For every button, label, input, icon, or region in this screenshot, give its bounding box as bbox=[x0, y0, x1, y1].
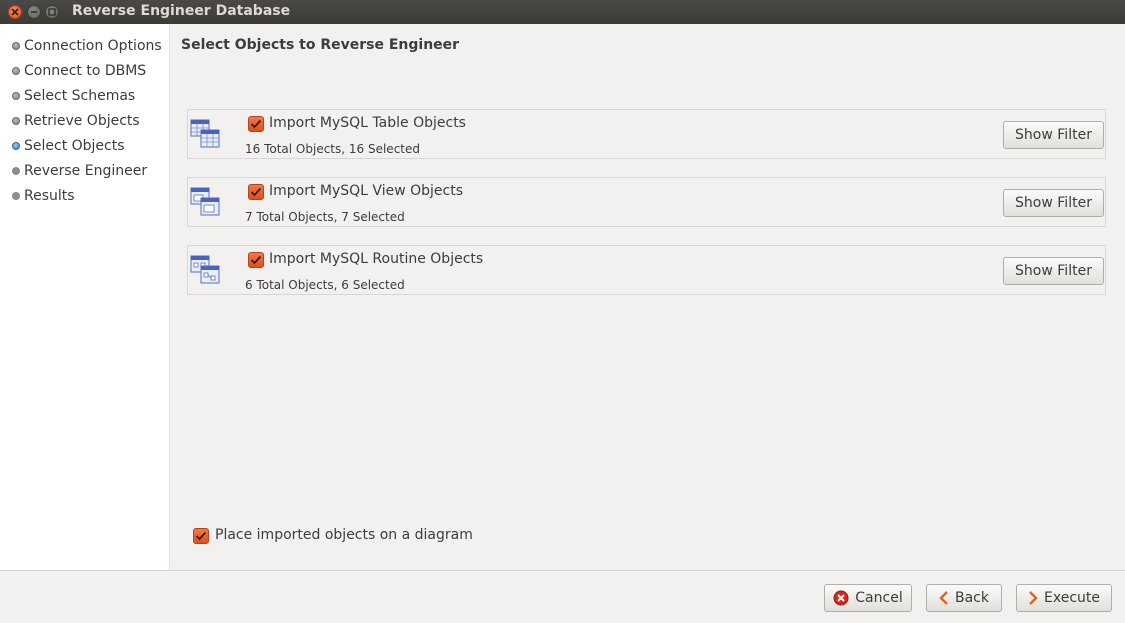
view-objects-icon bbox=[190, 187, 220, 216]
close-icon bbox=[11, 8, 19, 16]
cancel-button-label: Cancel bbox=[855, 590, 903, 606]
step-label: Select Schemas bbox=[24, 88, 136, 104]
routine-objects-summary: 6 Total Objects, 6 Selected bbox=[245, 278, 405, 292]
step-label: Retrieve Objects bbox=[24, 113, 140, 129]
import-routine-objects-group: Import MySQL Routine Objects 6 Total Obj… bbox=[187, 245, 1106, 295]
show-filter-routines-button[interactable]: Show Filter bbox=[1003, 257, 1104, 285]
step-select-schemas: Select Schemas bbox=[12, 87, 135, 105]
execute-button-label: Execute bbox=[1044, 590, 1100, 606]
window-title: Reverse Engineer Database bbox=[72, 3, 291, 19]
step-label: Results bbox=[24, 188, 75, 204]
wizard-steps-sidebar: Connection Options Connect to DBMS Selec… bbox=[0, 24, 170, 570]
minimize-icon bbox=[31, 11, 37, 13]
routine-objects-icon bbox=[190, 255, 220, 284]
step-select-objects: Select Objects bbox=[12, 137, 125, 155]
back-button-label: Back bbox=[955, 590, 989, 606]
window-minimize-button[interactable] bbox=[27, 5, 41, 19]
step-done-bullet-icon bbox=[12, 92, 20, 100]
step-connect-to-dbms: Connect to DBMS bbox=[12, 62, 146, 80]
table-objects-summary: 16 Total Objects, 16 Selected bbox=[245, 142, 420, 156]
title-bar: Reverse Engineer Database bbox=[0, 0, 1125, 24]
step-retrieve-objects: Retrieve Objects bbox=[12, 112, 140, 130]
show-filter-tables-button[interactable]: Show Filter bbox=[1003, 121, 1104, 149]
import-view-objects-label: Import MySQL View Objects bbox=[269, 183, 463, 199]
step-label: Select Objects bbox=[24, 138, 125, 154]
step-label: Reverse Engineer bbox=[24, 163, 148, 179]
step-label: Connect to DBMS bbox=[24, 63, 147, 79]
step-pending-bullet-icon bbox=[12, 192, 20, 200]
step-results: Results bbox=[12, 187, 75, 205]
import-routine-objects-label: Import MySQL Routine Objects bbox=[269, 251, 484, 267]
import-view-objects-checkbox[interactable] bbox=[248, 184, 264, 200]
cancel-button[interactable]: Cancel bbox=[824, 584, 912, 612]
cancel-icon bbox=[833, 590, 849, 606]
step-reverse-engineer: Reverse Engineer bbox=[12, 162, 147, 180]
checkmark-icon bbox=[250, 119, 262, 129]
step-current-bullet-icon bbox=[12, 142, 20, 150]
step-label: Connection Options bbox=[24, 38, 162, 54]
step-pending-bullet-icon bbox=[12, 167, 20, 175]
place-on-diagram-checkbox[interactable] bbox=[193, 528, 209, 544]
step-done-bullet-icon bbox=[12, 117, 20, 125]
import-view-objects-group: Import MySQL View Objects 7 Total Object… bbox=[187, 177, 1106, 227]
step-connection-options: Connection Options bbox=[12, 37, 162, 55]
view-objects-summary: 7 Total Objects, 7 Selected bbox=[245, 210, 405, 224]
step-done-bullet-icon bbox=[12, 67, 20, 75]
window-close-button[interactable] bbox=[8, 5, 22, 19]
checkmark-icon bbox=[195, 531, 207, 541]
maximize-icon bbox=[48, 8, 56, 16]
table-objects-icon bbox=[190, 119, 220, 148]
place-on-diagram-label: Place imported objects on a diagram bbox=[215, 527, 473, 543]
page-title: Select Objects to Reverse Engineer bbox=[181, 37, 460, 53]
window-maximize-button[interactable] bbox=[45, 5, 59, 19]
step-done-bullet-icon bbox=[12, 42, 20, 50]
footer-divider bbox=[0, 570, 1125, 571]
import-table-objects-checkbox[interactable] bbox=[248, 116, 264, 132]
show-filter-views-button[interactable]: Show Filter bbox=[1003, 189, 1104, 217]
import-table-objects-label: Import MySQL Table Objects bbox=[269, 115, 466, 131]
chevron-left-icon bbox=[939, 591, 949, 605]
chevron-right-icon bbox=[1028, 591, 1038, 605]
import-routine-objects-checkbox[interactable] bbox=[248, 252, 264, 268]
execute-button[interactable]: Execute bbox=[1016, 584, 1112, 612]
import-table-objects-group: Import MySQL Table Objects 16 Total Obje… bbox=[187, 109, 1106, 159]
checkmark-icon bbox=[250, 255, 262, 265]
checkmark-icon bbox=[250, 187, 262, 197]
back-button[interactable]: Back bbox=[926, 584, 1002, 612]
